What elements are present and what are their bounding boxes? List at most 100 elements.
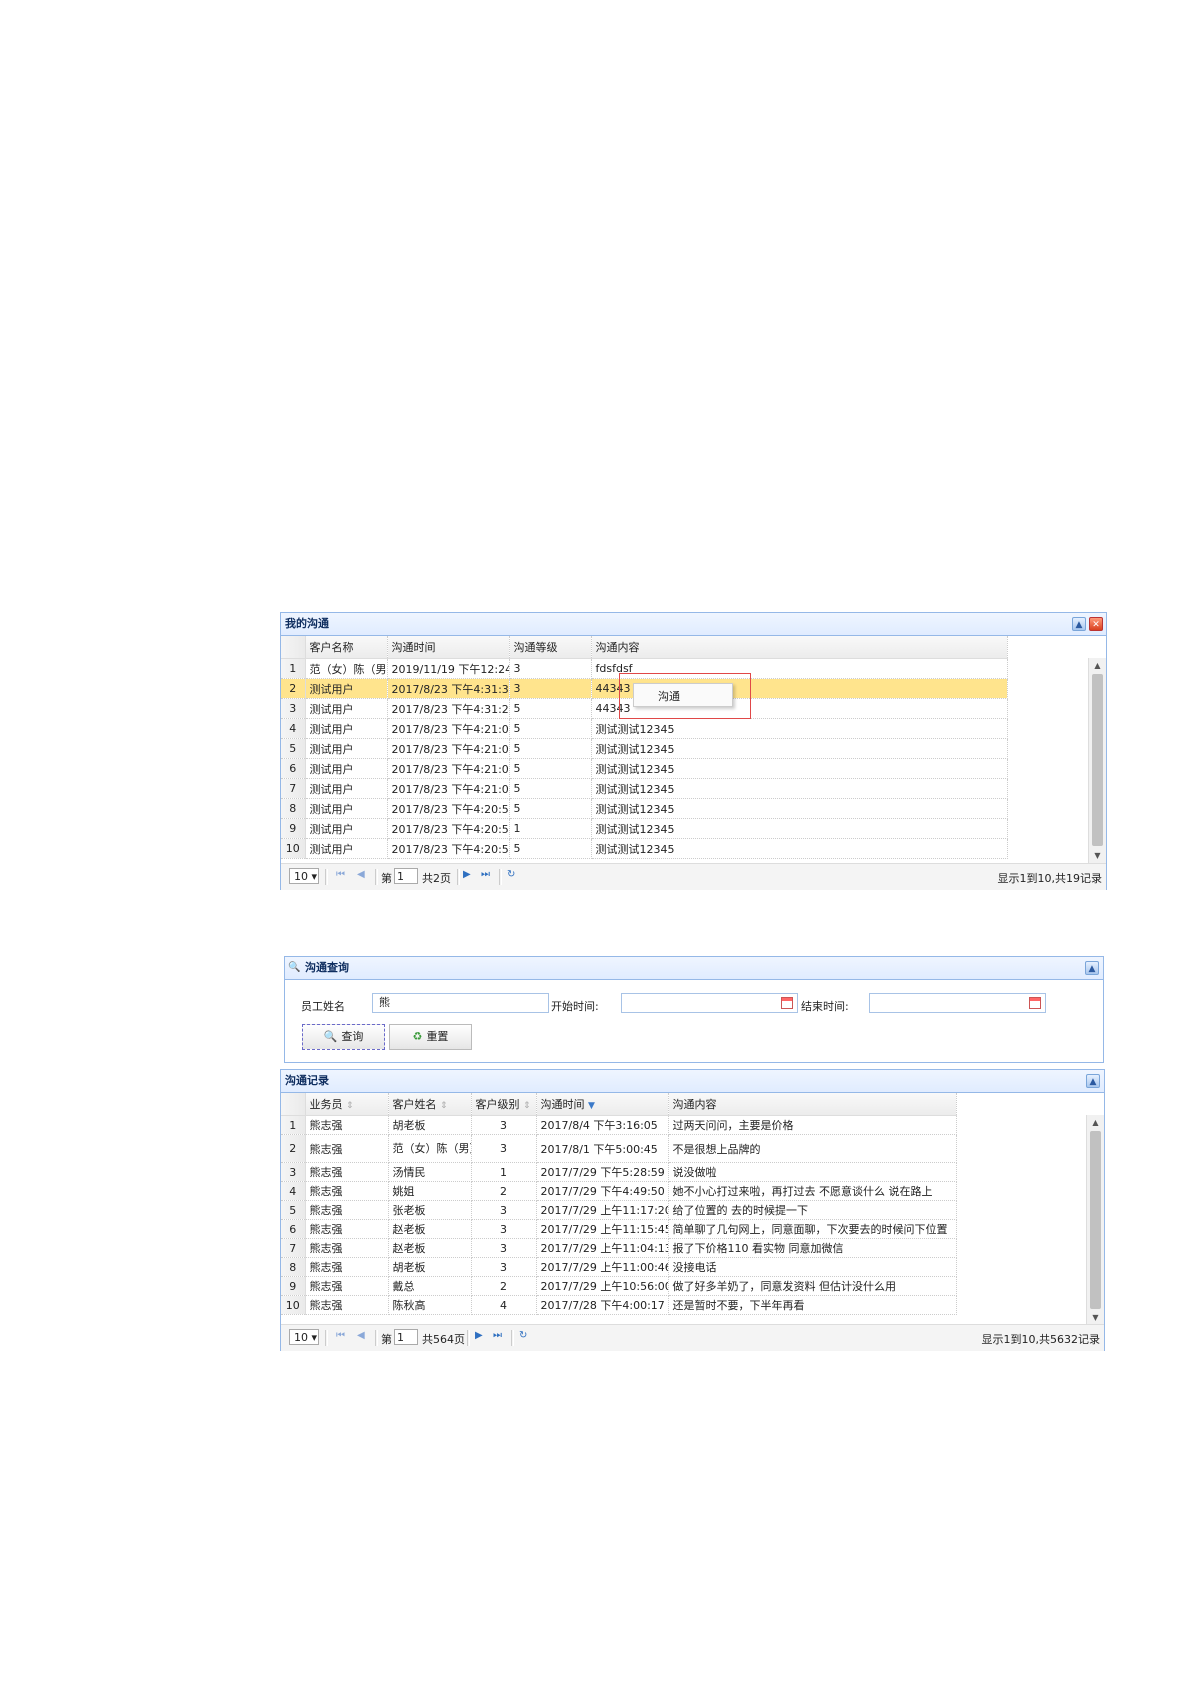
table-row[interactable]: 6 测试用户 2017/8/23 下午4:21:04 5 测试测试12345	[281, 758, 1008, 779]
collapse-icon[interactable]: ▲	[1072, 617, 1086, 631]
scroll-up-icon[interactable]: ▲	[1087, 1115, 1104, 1130]
end-time-input[interactable]	[869, 993, 1046, 1013]
row-number: 3	[281, 698, 306, 719]
first-page-icon[interactable]: ⏮	[336, 1330, 345, 1341]
vertical-scrollbar[interactable]: ▲ ▼	[1088, 658, 1106, 863]
scroll-up-icon[interactable]: ▲	[1089, 658, 1106, 673]
cell-content: 她不小心打过来啦，再打过去 不愿意谈什么 说在路上	[668, 1181, 957, 1201]
start-time-input[interactable]	[621, 993, 798, 1013]
refresh-icon[interactable]: ↻	[507, 869, 515, 880]
table-row[interactable]: 10 熊志强 陈秋高 4 2017/7/28 下午4:00:17 还是暂时不要，下半年再看	[281, 1295, 957, 1315]
collapse-icon[interactable]: ▲	[1085, 961, 1099, 975]
table-row[interactable]: 2熊志强范（女）陈（男）32017/8/1 下午5:00:45不是很想上品牌的	[281, 1134, 957, 1163]
scroll-down-icon[interactable]: ▼	[1087, 1310, 1104, 1325]
context-menu: 沟通	[633, 683, 733, 707]
column-header-customer-level[interactable]: 客户级别 ⇕	[471, 1093, 537, 1116]
pager-divider	[467, 1330, 470, 1346]
column-header-time[interactable]: 沟通时间 ▼	[536, 1093, 669, 1116]
table-row[interactable]: 1 熊志强 胡老板 3 2017/8/4 下午3:16:05 过两天问问，主要是价格	[281, 1115, 957, 1135]
cell-customer: 范（女）陈（男）	[305, 658, 388, 679]
row-number: 6	[281, 1219, 306, 1239]
sort-icon[interactable]: ⇕	[440, 1101, 448, 1111]
collapse-icon[interactable]: ▲	[1086, 1074, 1100, 1088]
cell-content: 不是很想上品牌的	[668, 1134, 957, 1163]
column-header-time[interactable]: 沟通时间	[387, 636, 510, 659]
next-page-icon[interactable]: ▶	[475, 1330, 483, 1341]
page-number-input[interactable]: 1	[394, 868, 418, 884]
table-row[interactable]: 3 熊志强 汤情民 1 2017/7/29 下午5:28:59 说没做啦	[281, 1162, 957, 1182]
cell-staff: 熊志强	[305, 1238, 389, 1258]
last-page-icon[interactable]: ⏭	[481, 869, 490, 880]
vertical-scrollbar[interactable]: ▲ ▼	[1086, 1115, 1104, 1325]
cell-content: 过两天问问，主要是价格	[668, 1115, 957, 1135]
employee-name-input[interactable]: 熊	[372, 993, 549, 1013]
communication-records-panel: 沟通记录 ▲ 业务员 ⇕ 客户姓名 ⇕ 客户级别 ⇕ 沟通时间 ▼ 沟通内容 1…	[280, 1069, 1105, 1351]
cell-customer-name: 赵老板	[388, 1219, 472, 1239]
row-number: 10	[281, 1295, 306, 1315]
column-header-level[interactable]: 沟通等级	[509, 636, 592, 659]
column-header-customer-name[interactable]: 客户姓名 ⇕	[388, 1093, 472, 1116]
calendar-icon[interactable]	[1029, 997, 1041, 1009]
cell-time: 2017/8/23 下午4:20:50	[387, 838, 510, 859]
sort-desc-icon[interactable]: ▼	[588, 1101, 595, 1111]
scroll-down-icon[interactable]: ▼	[1089, 848, 1106, 863]
table-row[interactable]: 8 熊志强 胡老板 3 2017/7/29 上午11:00:46 没接电话	[281, 1257, 957, 1277]
search-button[interactable]: 🔍 查询	[302, 1024, 385, 1050]
scroll-thumb[interactable]	[1092, 674, 1103, 846]
scroll-thumb[interactable]	[1090, 1131, 1101, 1309]
cell-time: 2017/7/29 上午11:00:46	[536, 1257, 669, 1277]
cell-customer: 测试用户	[305, 678, 388, 699]
table-row[interactable]: 5 熊志强 张老板 3 2017/7/29 上午11:17:20 给了位置的 去的时候提一…	[281, 1200, 957, 1220]
cell-level: 5	[509, 798, 592, 819]
cell-customer-level: 2	[471, 1181, 537, 1201]
next-page-icon[interactable]: ▶	[463, 869, 471, 880]
pager-divider	[325, 1330, 328, 1346]
column-header-content[interactable]: 沟通内容	[591, 636, 1008, 659]
context-menu-item-communicate[interactable]: 沟通	[658, 688, 680, 704]
table-row[interactable]: 10 测试用户 2017/8/23 下午4:20:50 5 测试测试12345	[281, 838, 1008, 859]
cell-level: 5	[509, 698, 592, 719]
cell-time: 2017/7/29 上午11:17:20	[536, 1200, 669, 1220]
first-page-icon[interactable]: ⏮	[336, 869, 345, 880]
table-row[interactable]: 4 熊志强 姚姐 2 2017/7/29 下午4:49:50 她不小心打过来啦，再打过去 …	[281, 1181, 957, 1201]
page-size-select[interactable]: 10 ▾	[289, 1329, 319, 1345]
sort-icon[interactable]: ⇕	[523, 1101, 531, 1111]
column-header-staff[interactable]: 业务员 ⇕	[305, 1093, 389, 1116]
cell-time: 2017/8/23 下午4:20:59	[387, 798, 510, 819]
page-total: 共2页	[422, 872, 451, 885]
column-header-customer[interactable]: 客户名称	[305, 636, 388, 659]
table-row[interactable]: 6 熊志强 赵老板 3 2017/7/29 上午11:15:45 简单聊了几句网上，同意面…	[281, 1219, 957, 1239]
cell-time: 2017/8/4 下午3:16:05	[536, 1115, 669, 1135]
cell-customer-level: 3	[471, 1238, 537, 1258]
table-row[interactable]: 9 熊志强 戴总 2 2017/7/29 上午10:56:00 做了好多羊奶了，同意发资料…	[281, 1276, 957, 1296]
cell-content: 没接电话	[668, 1257, 957, 1277]
refresh-icon[interactable]: ↻	[519, 1330, 527, 1341]
cell-time: 2017/7/28 下午4:00:17	[536, 1295, 669, 1315]
pager-divider	[375, 869, 378, 885]
cell-customer-name: 戴总	[388, 1276, 472, 1296]
cell-content: 还是暂时不要，下半年再看	[668, 1295, 957, 1315]
reset-icon: ♻	[412, 1030, 423, 1043]
table-row[interactable]: 7 测试用户 2017/8/23 下午4:21:03 5 测试测试12345	[281, 778, 1008, 799]
calendar-icon[interactable]	[781, 997, 793, 1009]
close-icon[interactable]: ✕	[1089, 617, 1103, 631]
prev-page-icon[interactable]: ◀	[357, 869, 365, 880]
column-header-content[interactable]: 沟通内容	[668, 1093, 957, 1116]
prev-page-icon[interactable]: ◀	[357, 1330, 365, 1341]
last-page-icon[interactable]: ⏭	[493, 1330, 502, 1341]
table-row[interactable]: 7 熊志强 赵老板 3 2017/7/29 上午11:04:13 报了下价格110 看实物…	[281, 1238, 957, 1258]
reset-button[interactable]: ♻ 重置	[389, 1024, 472, 1050]
pager-info: 显示1到10,共19记录	[997, 872, 1103, 885]
table-row[interactable]: 8 测试用户 2017/8/23 下午4:20:59 5 测试测试12345	[281, 798, 1008, 819]
page-size-select[interactable]: 10 ▾	[289, 868, 319, 884]
table-row[interactable]: 5 测试用户 2017/8/23 下午4:21:07 5 测试测试12345	[281, 738, 1008, 759]
end-time-label: 结束时间:	[801, 1000, 849, 1013]
table-row[interactable]: 4 测试用户 2017/8/23 下午4:21:09 5 测试测试12345	[281, 718, 1008, 739]
page-number-input[interactable]: 1	[394, 1329, 418, 1345]
sort-icon[interactable]: ⇕	[346, 1101, 354, 1111]
pager: 10 ▾ ⏮ ◀ 第 1 共2页 ▶ ⏭ ↻ 显示1到10,共19记录	[281, 863, 1106, 890]
table-row[interactable]: 9 测试用户 2017/8/23 下午4:20:55 1 测试测试12345	[281, 818, 1008, 839]
cell-content: 测试测试12345	[591, 718, 1008, 739]
cell-customer-name: 范（女）陈（男）	[388, 1134, 472, 1163]
row-number: 9	[281, 818, 306, 839]
